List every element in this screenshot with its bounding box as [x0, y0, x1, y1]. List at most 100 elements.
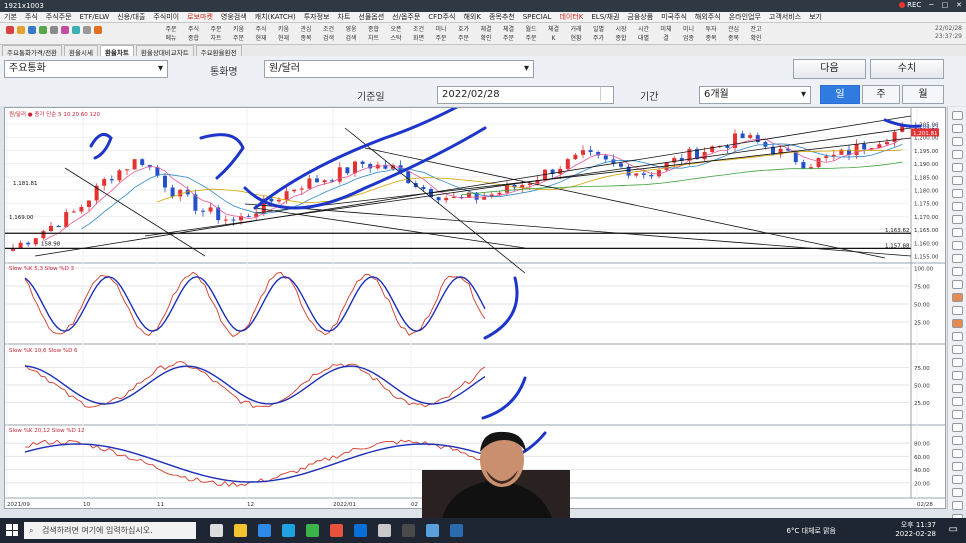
- tab-3[interactable]: 환율상대비교차트: [135, 45, 194, 57]
- taskbar-app-icon[interactable]: [402, 524, 415, 537]
- toolbar-button[interactable]: 시장 종합: [610, 25, 632, 43]
- toolbar-button[interactable]: 잔고 확인: [745, 25, 767, 43]
- taskbar-app-icon[interactable]: [378, 524, 391, 537]
- toolbar-icon[interactable]: [94, 26, 102, 34]
- menu-item[interactable]: 기본: [4, 12, 17, 22]
- notification-icon[interactable]: ▭: [949, 524, 958, 535]
- toolbar-icon[interactable]: [83, 26, 91, 34]
- toolbar-button[interactable]: 오픈 스탁: [385, 25, 407, 43]
- sidebar-tool-icon[interactable]: [952, 189, 963, 198]
- menu-item[interactable]: 온라인업무: [729, 12, 761, 22]
- sidebar-tool-icon[interactable]: [952, 280, 963, 289]
- toolbar-icon[interactable]: [61, 26, 69, 34]
- toolbar-button[interactable]: 미니 주문: [430, 25, 452, 43]
- menu-item[interactable]: 해외주식: [695, 12, 721, 22]
- sidebar-tool-icon[interactable]: [952, 423, 963, 432]
- toolbar-button[interactable]: 관심 종목: [723, 25, 745, 43]
- period-select[interactable]: 6개월 ▾: [699, 86, 811, 104]
- taskbar-app-icon[interactable]: [354, 524, 367, 537]
- toolbar-button[interactable]: 주문 차트: [205, 25, 227, 43]
- menu-item[interactable]: 해외K: [463, 12, 480, 22]
- toolbar-button[interactable]: 거래 현황: [565, 25, 587, 43]
- menu-item[interactable]: ETF/ELW: [80, 13, 110, 21]
- date-field[interactable]: 2022/02/28: [437, 86, 614, 104]
- tab-2[interactable]: 환율차트: [99, 45, 134, 57]
- sidebar-tool-icon[interactable]: [952, 358, 963, 367]
- sidebar-tool-icon[interactable]: [952, 332, 963, 341]
- toolbar-button[interactable]: 미체 결: [655, 25, 677, 43]
- menu-item[interactable]: 캐치(KATCH): [255, 12, 296, 22]
- sidebar-tool-icon[interactable]: [952, 267, 963, 276]
- sidebar-tool-icon[interactable]: [952, 384, 963, 393]
- sidebar-tool-icon[interactable]: [952, 488, 963, 497]
- taskbar-search[interactable]: ⌕ 검색하려면 여기에 입력하십시오.: [24, 522, 196, 539]
- toolbar-icon[interactable]: [17, 26, 25, 34]
- toolbar-icon[interactable]: [72, 26, 80, 34]
- menu-item[interactable]: 선/옵주문: [392, 12, 420, 22]
- menu-item[interactable]: 주식주문: [46, 12, 72, 22]
- start-icon[interactable]: [6, 524, 18, 536]
- menu-item[interactable]: 금융상품: [627, 12, 653, 22]
- chevron-down-icon[interactable]: ▾: [524, 61, 529, 77]
- toolbar-button[interactable]: 시간 대별: [633, 25, 655, 43]
- toolbar-button[interactable]: 투자 종목: [700, 25, 722, 43]
- menu-item[interactable]: 종목추천: [489, 12, 515, 22]
- menu-item[interactable]: 투자정보: [304, 12, 330, 22]
- chevron-down-icon[interactable]: ▾: [158, 61, 163, 77]
- taskbar-app-icon[interactable]: [306, 524, 319, 537]
- toolbar-icon[interactable]: [6, 26, 14, 34]
- taskbar-app-icon[interactable]: [210, 524, 223, 537]
- sidebar-tool-icon[interactable]: [952, 241, 963, 250]
- toolbar-button[interactable]: 호가 주문: [453, 25, 475, 43]
- toolbar-icon[interactable]: [28, 26, 36, 34]
- chevron-down-icon[interactable]: ▾: [801, 87, 806, 103]
- sidebar-tool-icon[interactable]: [952, 410, 963, 419]
- calendar-icon[interactable]: [600, 87, 610, 101]
- minimize-icon[interactable]: ─: [929, 1, 933, 9]
- toolbar-button[interactable]: 관심 종목: [295, 25, 317, 43]
- currency-select[interactable]: 원/달러 ▾: [264, 60, 534, 78]
- menu-item[interactable]: 데이터K: [559, 12, 583, 22]
- sidebar-tool-icon[interactable]: [952, 254, 963, 263]
- seg-month[interactable]: 월: [902, 85, 944, 104]
- sidebar-tool-icon[interactable]: [952, 228, 963, 237]
- toolbar-button[interactable]: 주식 종합: [183, 25, 205, 43]
- taskbar-app-icon[interactable]: [282, 524, 295, 537]
- sidebar-tool-icon[interactable]: [952, 293, 963, 302]
- seg-week[interactable]: 주: [862, 85, 900, 104]
- toolbar-button[interactable]: 키움 주문: [228, 25, 250, 43]
- menu-item[interactable]: 차트: [338, 12, 351, 22]
- toolbar-button[interactable]: 주문 메뉴: [160, 25, 182, 43]
- tab-0[interactable]: 주요통화가격/전환: [2, 45, 63, 57]
- menu-item[interactable]: 영웅검색: [221, 12, 247, 22]
- toolbar-icon[interactable]: [50, 26, 58, 34]
- tab-4[interactable]: 주요환율환전: [195, 45, 242, 57]
- toolbar-button[interactable]: 조건 검색: [318, 25, 340, 43]
- taskbar-app-icon[interactable]: [450, 524, 463, 537]
- sidebar-tool-icon[interactable]: [952, 345, 963, 354]
- sidebar-tool-icon[interactable]: [952, 215, 963, 224]
- menu-item[interactable]: 미국주식: [661, 12, 687, 22]
- value-button[interactable]: 수치: [870, 59, 944, 79]
- toolbar-button[interactable]: 키움 현재: [273, 25, 295, 43]
- menu-item[interactable]: 주식: [25, 12, 38, 22]
- sidebar-tool-icon[interactable]: [952, 137, 963, 146]
- sidebar-tool-icon[interactable]: [952, 501, 963, 510]
- toolbar-icon[interactable]: [39, 26, 47, 34]
- toolbar-button[interactable]: 체결 확인: [475, 25, 497, 43]
- toolbar-button[interactable]: 월드 주문: [520, 25, 542, 43]
- sidebar-tool-icon[interactable]: [952, 436, 963, 445]
- menu-item[interactable]: 주식미이: [153, 12, 179, 22]
- toolbar-button[interactable]: 종합 차트: [363, 25, 385, 43]
- toolbar-button[interactable]: 조건 화면: [408, 25, 430, 43]
- menu-item[interactable]: 선물옵션: [358, 12, 384, 22]
- sidebar-tool-icon[interactable]: [952, 449, 963, 458]
- record-indicator[interactable]: REC: [899, 1, 921, 9]
- toolbar-button[interactable]: 주식 현재: [250, 25, 272, 43]
- instrument-select[interactable]: 주요통화 ▾: [4, 60, 168, 78]
- sidebar-tool-icon[interactable]: [952, 124, 963, 133]
- menu-item[interactable]: SPECIAL: [523, 13, 552, 21]
- toolbar-button[interactable]: 영웅 검색: [340, 25, 362, 43]
- sidebar-tool-icon[interactable]: [952, 150, 963, 159]
- weather-status[interactable]: 6°C 대체로 맑음: [787, 526, 837, 536]
